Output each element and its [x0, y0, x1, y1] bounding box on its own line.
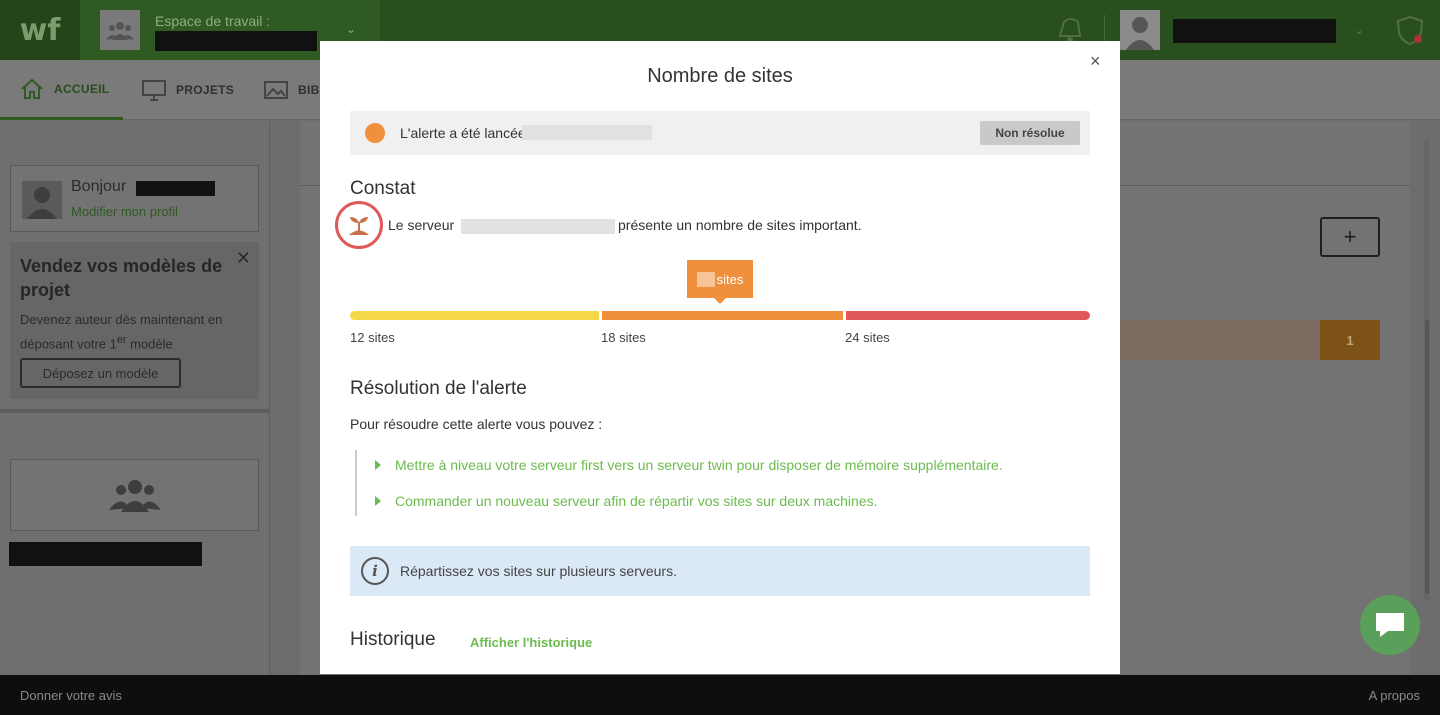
- image-icon: [264, 81, 288, 99]
- show-history-link[interactable]: Afficher l'historique: [470, 635, 592, 650]
- chat-icon: [1376, 613, 1404, 637]
- sidebar: Bonjour Modifier mon profil Vendez vos m…: [0, 121, 270, 676]
- info-text: Répartissez vos sites sur plusieurs serv…: [400, 563, 677, 579]
- promo-title: Vendez vos modèles de projet: [20, 256, 223, 300]
- resolution-upgrade-link[interactable]: Mettre à niveau votre serveur first vers…: [375, 457, 1003, 473]
- gauge-segment-low: [350, 311, 599, 320]
- promo-text: Devenez auteur dès maintenant en déposan…: [20, 312, 223, 352]
- caret-right-icon: [375, 460, 381, 470]
- workspace-group-icon: [100, 10, 140, 50]
- user-name-redacted[interactable]: [1173, 19, 1336, 43]
- resolution-order-link[interactable]: Commander un nouveau serveur afin de rép…: [375, 493, 877, 509]
- alert-modal: Nombre de sites × L'alerte a été lancée …: [320, 41, 1120, 674]
- chevron-down-icon[interactable]: ⌄: [1354, 23, 1364, 37]
- team-name-redacted: [9, 542, 202, 566]
- info-icon: i: [361, 557, 389, 585]
- gauge-unit: sites: [716, 271, 744, 287]
- resolution-intro: Pour résoudre cette alerte vous pouvez :: [350, 416, 603, 432]
- home-icon: [21, 78, 43, 99]
- scrollbar-thumb[interactable]: [1425, 320, 1429, 594]
- modal-title: Nombre de sites: [647, 65, 793, 87]
- constat-text-end: présente un nombre de sites important.: [618, 217, 862, 233]
- sprout-icon: [335, 201, 383, 249]
- tab-accueil[interactable]: ACCUEIL: [0, 60, 123, 120]
- avatar: [22, 181, 62, 219]
- tab-bibliotheque[interactable]: BIB: [264, 60, 320, 120]
- constat-text-start: Le serveur: [388, 217, 455, 233]
- alert-launched-text: L'alerte a été lancée: [400, 125, 526, 141]
- user-name-redacted: [136, 181, 215, 196]
- gauge-segment-medium: [602, 311, 843, 320]
- monitor-icon: [142, 80, 166, 101]
- gauge-label: 24 sites: [845, 330, 890, 345]
- count-badge: 1: [1320, 320, 1380, 360]
- history-heading: Historique: [350, 629, 436, 650]
- status-dot-icon: [365, 123, 385, 143]
- footer: Donner votre avis A propos: [0, 675, 1440, 715]
- caret-right-icon: [375, 496, 381, 506]
- upload-template-button[interactable]: Déposez un modèle: [20, 358, 181, 388]
- close-icon[interactable]: ✕: [236, 248, 251, 269]
- workspace-name-redacted: [155, 31, 317, 51]
- tab-label: PROJETS: [176, 83, 235, 97]
- user-avatar[interactable]: [1120, 10, 1160, 50]
- resolution-heading: Résolution de l'alerte: [350, 378, 527, 399]
- group-icon: [108, 480, 161, 512]
- tab-label: ACCUEIL: [54, 81, 110, 96]
- gauge-current-value: sites: [687, 260, 753, 298]
- alert-date-redacted: [522, 125, 652, 140]
- divider: [0, 409, 270, 413]
- profile-card: Bonjour Modifier mon profil: [10, 165, 259, 232]
- resolution-list: Mettre à niveau votre serveur first vers…: [355, 450, 1075, 516]
- status-badge: Non résolue: [980, 121, 1080, 145]
- gauge-label: 12 sites: [350, 330, 395, 345]
- table-row[interactable]: [1120, 320, 1320, 360]
- info-box: i Répartissez vos sites sur plusieurs se…: [350, 546, 1090, 596]
- feedback-link[interactable]: Donner votre avis: [20, 688, 122, 703]
- edit-profile-link[interactable]: Modifier mon profil: [71, 204, 178, 219]
- alert-status-bar: L'alerte a été lancée Non résolue: [350, 111, 1090, 155]
- greeting: Bonjour: [71, 178, 127, 195]
- tab-label: BIB: [298, 83, 320, 97]
- close-icon[interactable]: ×: [1090, 51, 1101, 72]
- chat-button[interactable]: [1360, 595, 1420, 655]
- logo[interactable]: wf: [0, 0, 80, 60]
- about-link[interactable]: A propos: [1369, 688, 1420, 703]
- constat-heading: Constat: [350, 178, 416, 199]
- server-name-redacted: [461, 219, 615, 234]
- tab-projets[interactable]: PROJETS: [142, 60, 234, 120]
- security-shield-icon[interactable]: [1396, 15, 1424, 46]
- gauge-segment-high: [846, 311, 1090, 320]
- promo-card: Vendez vos modèles de projet ✕ Devenez a…: [10, 242, 259, 399]
- gauge-label: 18 sites: [601, 330, 646, 345]
- add-button[interactable]: +: [1320, 217, 1380, 257]
- team-card[interactable]: [10, 459, 259, 531]
- site-count-redacted: [696, 271, 715, 287]
- gauge-pointer: [714, 298, 726, 304]
- workspace-label: Espace de travail :: [155, 13, 271, 29]
- chevron-down-icon[interactable]: ⌄: [346, 22, 356, 36]
